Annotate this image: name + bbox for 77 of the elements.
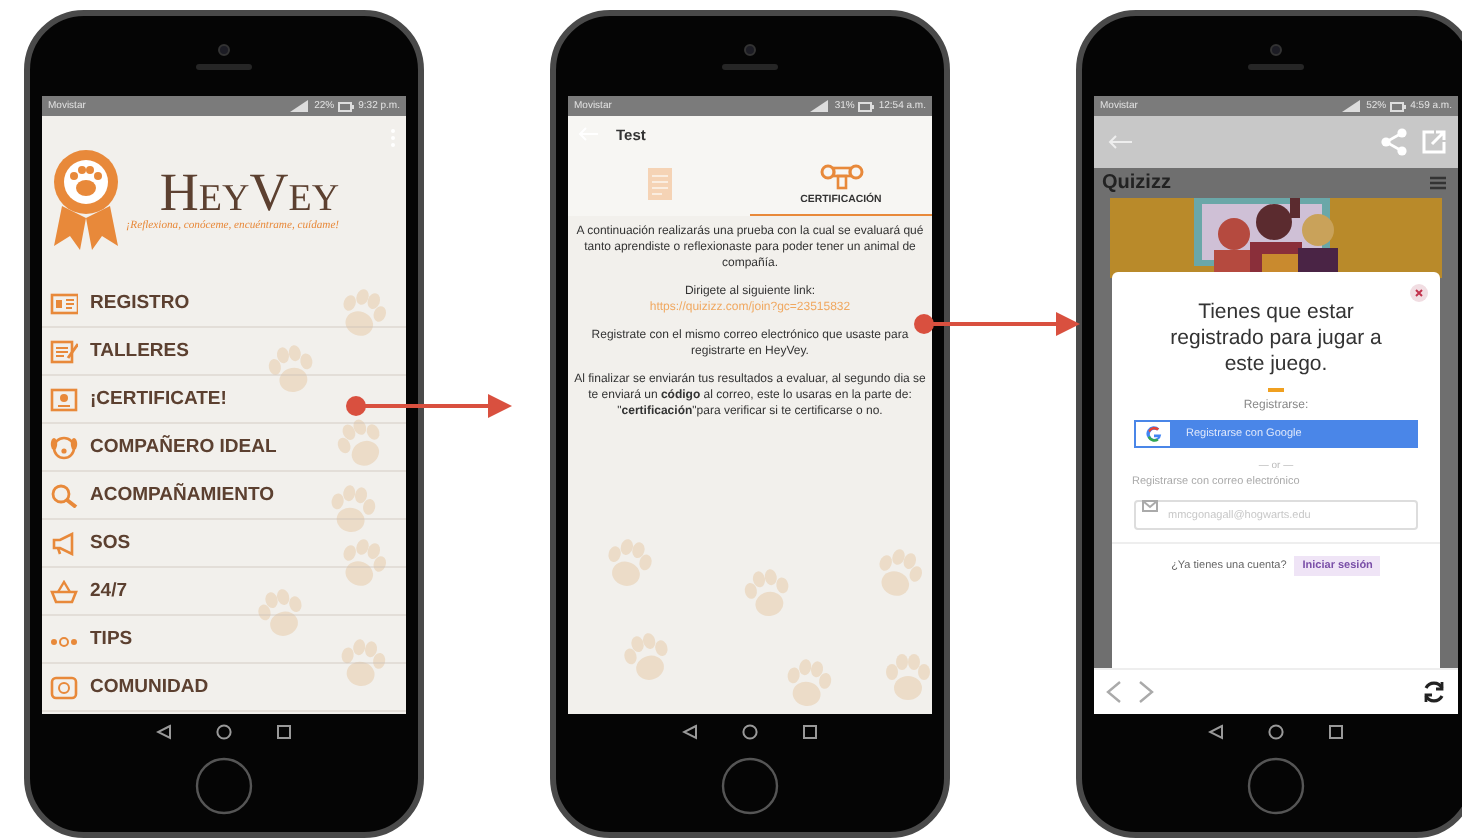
home-button-icon[interactable] (194, 756, 254, 816)
menu-label: COMUNIDAD (90, 676, 209, 698)
paw-print-icon (268, 345, 313, 392)
paw-print-icon (886, 654, 930, 700)
menu-label: REGISTRO (90, 292, 190, 314)
battery-icon (1390, 101, 1407, 111)
document-icon (645, 166, 673, 202)
recents-icon[interactable] (802, 724, 818, 740)
menu-item[interactable]: TIPS (50, 627, 133, 651)
app-name: HeyVey (159, 165, 340, 219)
camera-icon (744, 43, 756, 55)
paw-print-icon (343, 539, 387, 586)
home-button-icon[interactable] (720, 756, 780, 816)
modal-title: Tienes que estar registrado para jugar a este juego. (1168, 300, 1384, 378)
share-icon[interactable] (1380, 128, 1408, 156)
paw-print-icon (624, 633, 668, 680)
dog-face-icon (50, 435, 78, 459)
chevron-left-icon[interactable] (1106, 680, 1122, 704)
close-icon[interactable] (1410, 284, 1428, 302)
paw-print-icon (258, 589, 302, 636)
magnifier-icon (50, 483, 78, 507)
chevron-right-icon[interactable] (1138, 680, 1154, 704)
menu-label: ACOMPAÑAMIENTO (90, 484, 275, 506)
menu-item[interactable]: COMUNIDAD (50, 675, 209, 699)
paw-print-icon (608, 539, 652, 586)
speaker-icon (722, 63, 778, 69)
speaker-icon (1248, 63, 1304, 69)
paw-print-icon (343, 289, 387, 336)
menu-label: TIPS (90, 628, 133, 650)
camera-icon (218, 43, 230, 55)
menu-item[interactable]: 24/7 (50, 579, 127, 603)
paw-print-icon (744, 569, 789, 616)
paw-print-icon (331, 485, 376, 532)
paw-print-icon (879, 549, 923, 596)
id-card-icon (50, 291, 78, 315)
back-icon[interactable] (1208, 724, 1224, 740)
menu-label: 24/7 (90, 580, 127, 602)
envelope-icon (1142, 500, 1158, 512)
speaker-icon (196, 63, 252, 69)
signal-icon (810, 100, 831, 112)
menu-item[interactable]: TALLERES (50, 339, 189, 363)
home-icon[interactable] (216, 724, 232, 740)
menu-item[interactable]: ¡CERTIFICATE! (50, 387, 227, 411)
open-external-icon[interactable] (1422, 130, 1446, 154)
menu-item[interactable]: ACOMPAÑAMIENTO (50, 483, 275, 507)
menu-label: COMPAÑERO IDEAL (90, 436, 277, 458)
paw-print-icon (341, 639, 386, 686)
menu-item[interactable]: REGISTRO (50, 291, 190, 315)
paw-print-icon (337, 419, 380, 466)
menu-label: SOS (90, 532, 131, 554)
menu-item[interactable]: COMPAÑERO IDEAL (50, 435, 277, 459)
signal-icon (290, 100, 311, 112)
basket-icon (50, 579, 78, 603)
google-g-icon (1145, 425, 1161, 441)
reload-icon[interactable] (1422, 680, 1446, 704)
home-icon[interactable] (742, 724, 758, 740)
megaphone-icon (50, 531, 78, 555)
ribbon-paw-logo (50, 146, 122, 250)
home-button-icon[interactable] (1246, 756, 1306, 816)
notepad-icon (50, 339, 78, 363)
menu-label: TALLERES (90, 340, 189, 362)
battery-icon (858, 101, 875, 111)
back-icon[interactable] (156, 724, 172, 740)
paw-print-icon (787, 659, 832, 706)
home-icon[interactable] (1268, 724, 1284, 740)
battery-icon (338, 101, 355, 111)
recents-icon[interactable] (276, 724, 292, 740)
back-arrow-icon[interactable] (1106, 134, 1134, 150)
menu-icon[interactable] (1430, 176, 1446, 190)
back-icon[interactable] (682, 724, 698, 740)
camera-icon (1270, 43, 1282, 55)
badge-icon (50, 387, 78, 411)
recents-icon[interactable] (1328, 724, 1344, 740)
menu-label: ¡CERTIFICATE! (90, 388, 227, 410)
menu-item[interactable]: SOS (50, 531, 131, 555)
signal-icon (1342, 100, 1363, 112)
key-icon (819, 161, 863, 189)
